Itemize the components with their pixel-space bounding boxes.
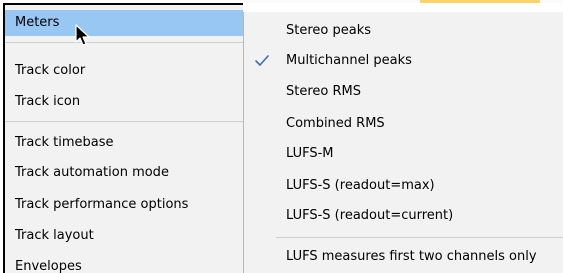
submenu-item-stereo-peaks[interactable]: Stereo peaks: [244, 16, 563, 46]
menu-item-label: Meters: [15, 15, 60, 30]
submenu-item-label: LUFS-M: [286, 146, 334, 161]
menu-item-meters[interactable]: Meters: [5, 10, 243, 36]
submenu-item-label: Multichannel peaks: [286, 53, 412, 68]
submenu-item-label: Stereo RMS: [286, 84, 361, 99]
submenu-separator: [276, 237, 563, 238]
menu-item-track-timebase[interactable]: Track timebase: [5, 130, 243, 156]
submenu-item-combined-rms[interactable]: Combined RMS: [244, 109, 563, 139]
submenu-item-stereo-rms[interactable]: Stereo RMS: [244, 77, 563, 107]
menu-item-envelopes[interactable]: Envelopes: [5, 254, 243, 273]
submenu-item-lufs-s-max[interactable]: LUFS-S (readout=max): [244, 171, 563, 201]
menu-item-track-icon[interactable]: Track icon: [5, 89, 243, 115]
submenu-item-label: LUFS-S (readout=max): [286, 178, 435, 193]
mouse-pointer-icon: [75, 24, 90, 46]
submenu-item-label: Stereo peaks: [286, 23, 372, 38]
menu-separator: [5, 42, 243, 43]
submenu-item-lufs-m[interactable]: LUFS-M: [244, 139, 563, 169]
submenu-item-lufs-s-current[interactable]: LUFS-S (readout=current): [244, 201, 563, 231]
track-context-menu: Meters Track color Track icon Track time…: [3, 3, 243, 273]
menu-item-label: Track automation mode: [15, 165, 169, 180]
submenu-item-label: LUFS measures first two channels only: [286, 249, 537, 264]
screen: Meters Track color Track icon Track time…: [0, 0, 563, 273]
checkmark-icon: [255, 55, 269, 66]
menu-separator: [5, 121, 243, 122]
menu-item-label: Track icon: [15, 94, 81, 109]
menu-item-label: Track timebase: [15, 135, 114, 150]
menu-item-track-layout[interactable]: Track layout: [5, 223, 243, 249]
menu-item-track-automation-mode[interactable]: Track automation mode: [5, 160, 243, 186]
submenu-item-label: Combined RMS: [286, 116, 385, 131]
menu-item-label: Track color: [15, 63, 86, 78]
menu-item-track-color[interactable]: Track color: [5, 58, 243, 84]
submenu-item-multichannel-peaks[interactable]: Multichannel peaks: [244, 46, 563, 76]
submenu-item-lufs-first-two-channels[interactable]: LUFS measures first two channels only: [244, 242, 563, 272]
menu-item-label: Track layout: [15, 228, 94, 243]
meters-submenu: Stereo peaks Multichannel peaks Stereo R…: [243, 12, 563, 273]
menu-item-label: Track performance options: [15, 197, 189, 212]
menu-item-label: Envelopes: [15, 259, 82, 273]
submenu-item-label: LUFS-S (readout=current): [286, 208, 454, 223]
background-window-accent: [420, 0, 540, 3]
menu-item-track-performance-options[interactable]: Track performance options: [5, 192, 243, 218]
